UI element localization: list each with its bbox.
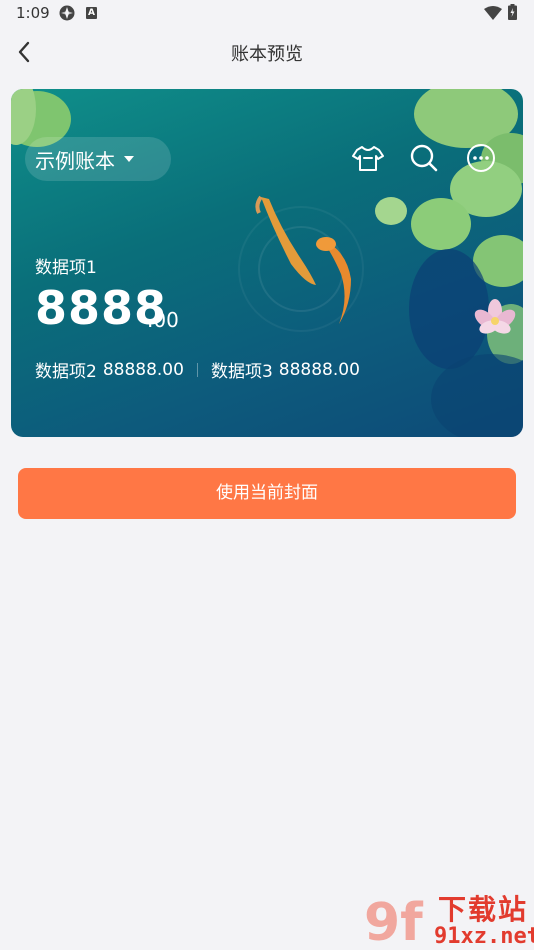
battery-icon bbox=[508, 4, 517, 20]
status-bar: 1:09 A bbox=[0, 0, 534, 28]
watermark-title: 下载站 bbox=[438, 893, 529, 926]
data-item-1-label: 数据项1 bbox=[35, 258, 97, 278]
data-item-2-label: 数据项2 bbox=[35, 362, 97, 382]
ledger-cover-card: 示例账本 数据项1 8888 .00 数据项2 88888.00 数据项3 88… bbox=[11, 89, 523, 437]
wifi-icon bbox=[484, 6, 502, 20]
svg-text:9f: 9f bbox=[364, 893, 424, 948]
data-item-3-value: 88888.00 bbox=[278, 359, 360, 380]
ledger-selector[interactable]: 示例账本 bbox=[25, 137, 171, 181]
page-title: 账本预览 bbox=[231, 44, 303, 65]
tshirt-skin-icon[interactable] bbox=[351, 141, 385, 175]
data-item-2-value: 88888.00 bbox=[102, 359, 184, 380]
watermark-logo: 9f bbox=[364, 893, 424, 948]
app-notification-icon bbox=[59, 5, 75, 21]
ledger-name: 示例账本 bbox=[35, 148, 115, 173]
watermark: 9f 下载站 91xz.net bbox=[362, 888, 534, 950]
use-current-cover-button[interactable]: 使用当前封面 bbox=[18, 468, 516, 519]
status-time: 1:09 bbox=[16, 4, 50, 22]
nav-bar: 账本预览 bbox=[0, 30, 534, 74]
divider bbox=[196, 362, 198, 377]
data-item-1-decimal: .00 bbox=[147, 308, 179, 332]
secondary-data-row: 数据项2 88888.00 数据项3 88888.00 bbox=[35, 357, 360, 383]
data-item-3-label: 数据项3 bbox=[210, 362, 273, 382]
watermark-domain: 91xz.net bbox=[434, 924, 534, 949]
keyboard-notification-icon: A bbox=[86, 7, 97, 19]
search-icon[interactable] bbox=[407, 141, 441, 175]
caret-down-icon bbox=[124, 156, 134, 162]
more-options-icon[interactable] bbox=[464, 141, 498, 175]
